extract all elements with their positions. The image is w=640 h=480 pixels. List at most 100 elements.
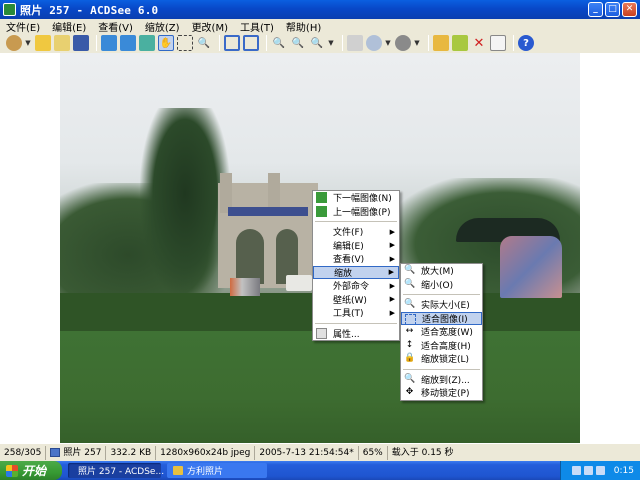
share-dropdown-icon[interactable]: ▼ xyxy=(385,35,391,51)
zoom-lock-icon: 🔒 xyxy=(404,353,416,363)
submenu-arrow-icon: ▶ xyxy=(389,295,395,304)
close-button[interactable]: ✕ xyxy=(622,2,637,17)
status-bar: 258/305 照片 257 332.2 KB 1280x960x24b jpe… xyxy=(0,443,640,461)
menu-item-zoom-out[interactable]: 🔍 缩小(O) xyxy=(401,278,482,292)
menu-item-properties[interactable]: 属性... xyxy=(313,327,399,341)
menu-tools[interactable]: 工具(T) xyxy=(234,19,280,34)
zoom-out-icon: 🔍 xyxy=(404,278,416,289)
menu-item-wallpaper[interactable]: 壁纸(W) ▶ xyxy=(313,293,399,307)
menu-item-actual-size[interactable]: 🔍 实际大小(E) xyxy=(401,298,482,312)
tray-network-icon[interactable] xyxy=(583,466,593,475)
open-folder-icon[interactable] xyxy=(35,35,51,51)
fit-window-icon[interactable] xyxy=(243,35,259,51)
slideshow-icon[interactable] xyxy=(395,35,411,51)
help-icon[interactable]: ? xyxy=(518,35,534,51)
acquire-icon[interactable] xyxy=(6,35,22,51)
system-tray: 0:15 xyxy=(560,461,640,480)
menu-item-edit[interactable]: 编辑(E) ▶ xyxy=(313,239,399,253)
menu-file[interactable]: 文件(E) xyxy=(0,19,46,34)
taskbar-item-acdsee[interactable]: 照片 257 - ACDSe... xyxy=(68,463,164,478)
tray-volume-icon[interactable] xyxy=(595,466,605,475)
submenu-arrow-icon: ▶ xyxy=(389,254,395,263)
menu-separator xyxy=(403,294,480,295)
hand-tool-icon[interactable]: ✋ xyxy=(158,35,174,51)
toolbar-separator xyxy=(428,35,429,51)
submenu-arrow-icon: ▶ xyxy=(389,227,395,236)
menu-item-zoom-to[interactable]: 🔍 缩放到(Z)... xyxy=(401,373,482,387)
photo-statue xyxy=(500,236,562,298)
zoom-menu-icon[interactable]: 🔍 xyxy=(309,35,325,51)
menu-item-fit-image[interactable]: 适合图像(I) xyxy=(401,311,482,325)
start-button[interactable]: 开始 xyxy=(0,461,62,480)
tray-clock[interactable]: 0:15 xyxy=(614,466,634,476)
zoom-tool-icon[interactable]: 🔍 xyxy=(196,35,212,51)
title-bar: 照片 257 - ACDSee 6.0 _ □ ✕ xyxy=(0,0,640,19)
slideshow-dropdown-icon[interactable]: ▼ xyxy=(414,35,420,51)
submenu-arrow-icon: ▶ xyxy=(388,268,394,277)
toolbar-separator xyxy=(219,35,220,51)
menu-item-pan-lock[interactable]: ✥ 移动锁定(P) xyxy=(401,386,482,400)
fit-width-icon: ↔ xyxy=(405,326,414,336)
fit-image-icon xyxy=(405,313,416,325)
status-filename: 照片 257 xyxy=(46,445,107,460)
photo-lawn xyxy=(60,331,580,443)
copy-to-folder-icon[interactable] xyxy=(433,35,449,51)
folder-icon xyxy=(173,466,183,475)
photo-stone-gate xyxy=(218,173,318,288)
menu-zoom[interactable]: 缩放(Z) xyxy=(139,19,186,34)
status-zoom: 65% xyxy=(359,445,388,460)
menu-separator xyxy=(403,368,480,370)
menu-modify[interactable]: 更改(M) xyxy=(186,19,234,34)
prev-image-icon[interactable] xyxy=(101,35,117,51)
status-load-time: 载入于 0.15 秒 xyxy=(391,447,454,458)
menu-item-next-image[interactable]: 下一幅图像(N) xyxy=(313,191,399,205)
menu-bar: 文件(E) 编辑(E) 查看(V) 缩放(Z) 更改(M) 工具(T) 帮助(H… xyxy=(0,19,640,34)
move-to-folder-icon[interactable] xyxy=(452,35,468,51)
rotate-icon[interactable] xyxy=(139,35,155,51)
status-datetime: 2005-7-13 21:54:54* xyxy=(255,445,359,460)
save-icon[interactable] xyxy=(73,35,89,51)
properties-icon xyxy=(316,327,327,339)
pan-lock-icon: ✥ xyxy=(405,387,414,397)
toolbar-separator xyxy=(266,35,267,51)
menu-item-file[interactable]: 文件(F) ▶ xyxy=(313,225,399,239)
browse-icon[interactable] xyxy=(54,35,70,51)
maximize-button[interactable]: □ xyxy=(605,2,620,17)
toolbar-separator xyxy=(342,35,343,51)
context-menu: 下一幅图像(N) 上一幅图像(P) 文件(F) ▶ 编辑(E) ▶ 查看(V) ▶ 缩… xyxy=(312,190,400,341)
zoom-in-icon[interactable]: 🔍 xyxy=(271,35,287,51)
toolbar-separator xyxy=(96,35,97,51)
menu-item-zoom[interactable]: 缩放 ▶ xyxy=(313,265,399,279)
zoom-out-icon[interactable]: 🔍 xyxy=(290,35,306,51)
menu-item-external-commands[interactable]: 外部命令 ▶ xyxy=(313,279,399,293)
full-screen-icon[interactable] xyxy=(224,35,240,51)
delete-icon[interactable]: ✕ xyxy=(471,35,487,51)
photo-pine-tree xyxy=(140,108,230,298)
menu-edit[interactable]: 编辑(E) xyxy=(46,19,92,34)
select-tool-icon[interactable] xyxy=(177,35,193,51)
tray-app-icon[interactable] xyxy=(571,466,581,475)
menu-item-fit-width[interactable]: ↔ 适合宽度(W) xyxy=(401,325,482,339)
submenu-arrow-icon: ▶ xyxy=(389,241,395,250)
share-icon[interactable] xyxy=(366,35,382,51)
next-image-icon[interactable] xyxy=(120,35,136,51)
menu-item-fit-height[interactable]: ↕ 适合高度(H) xyxy=(401,339,482,353)
photo-visitors xyxy=(230,278,260,296)
acquire-dropdown-icon[interactable]: ▼ xyxy=(25,35,31,51)
taskbar-item-folder[interactable]: 方利照片 xyxy=(167,463,267,478)
menu-item-zoom-in[interactable]: 🔍 放大(M) xyxy=(401,264,482,278)
menu-view[interactable]: 查看(V) xyxy=(92,19,139,34)
menu-item-view[interactable]: 查看(V) ▶ xyxy=(313,252,399,266)
print-icon[interactable] xyxy=(347,35,363,51)
menu-item-tools[interactable]: 工具(T) ▶ xyxy=(313,306,399,320)
zoom-dropdown-icon[interactable]: ▼ xyxy=(328,35,334,51)
menu-help[interactable]: 帮助(H) xyxy=(280,19,327,34)
zoom-in-icon: 🔍 xyxy=(404,265,416,275)
zoom-to-icon: 🔍 xyxy=(404,373,416,384)
status-dimensions: 1280x960x24b jpeg xyxy=(156,445,256,460)
menu-item-prev-image[interactable]: 上一幅图像(P) xyxy=(313,205,399,219)
properties-icon[interactable] xyxy=(490,35,506,51)
menu-item-zoom-lock[interactable]: 🔒 缩放锁定(L) xyxy=(401,352,482,366)
minimize-button[interactable]: _ xyxy=(588,2,603,17)
menu-separator xyxy=(315,221,397,222)
